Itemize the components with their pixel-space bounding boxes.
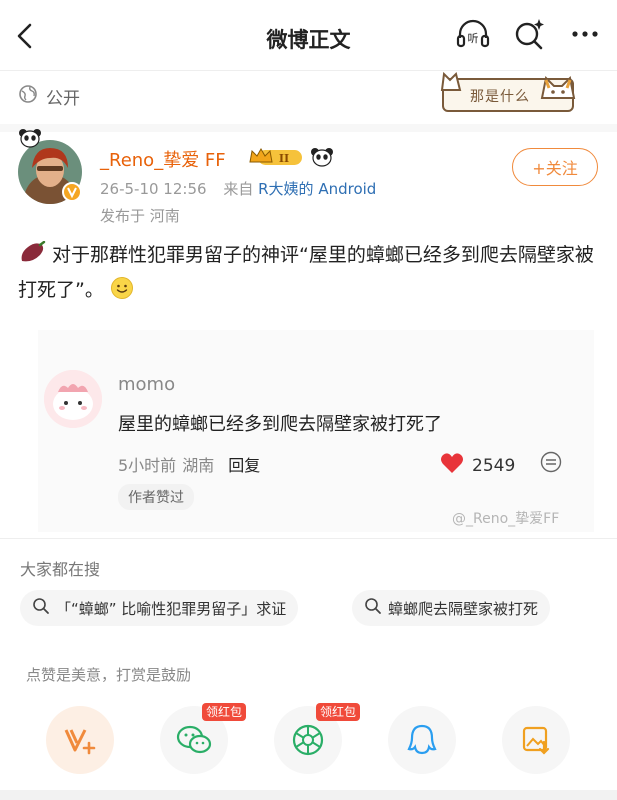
svg-text:听: 听 <box>468 32 479 45</box>
comment-reply-button: 回复 <box>228 456 261 475</box>
vip-crown-badge-icon: II <box>248 146 304 172</box>
search-sparkle-icon[interactable] <box>511 16 547 52</box>
top-bar: 微博正文 听 <box>0 0 617 70</box>
sticker-text: 那是什么 <box>470 89 530 105</box>
search-icon <box>32 597 50 619</box>
comment-time: 5小时前 <box>118 456 177 475</box>
search-icon <box>364 597 382 619</box>
weibo-v-plus-icon <box>64 729 96 755</box>
panda-badge-icon <box>310 147 334 171</box>
tip-reward-button[interactable] <box>46 706 114 774</box>
cat-sticker-decoration: 那是什么 <box>440 68 580 114</box>
save-image-button[interactable] <box>502 706 570 774</box>
source-prefix: 来自 <box>223 180 254 198</box>
hongbao-badge: 领红包 <box>202 703 247 721</box>
comment-location: 湖南 <box>182 456 215 475</box>
heart-icon <box>440 452 464 479</box>
smile-emoji-icon <box>110 276 134 310</box>
content-divider <box>0 538 617 539</box>
save-image-icon <box>522 726 550 755</box>
comment-text: 屋里的蟑螂已经多到爬去隔壁家被打死了 <box>118 414 442 435</box>
commenter-avatar <box>44 370 102 428</box>
listen-headphones-icon[interactable]: 听 <box>455 16 491 52</box>
sweet-potato-emoji-icon <box>18 240 46 275</box>
verified-badge-icon <box>62 182 82 202</box>
comment-like-count: 2549 <box>472 455 516 476</box>
trending-search-chip[interactable]: 「“蟑螂” 比喻性犯罪男留子」求证 <box>20 590 299 626</box>
comment-meta: 5小时前 湖南 回复 <box>118 452 260 476</box>
follow-button[interactable]: +关注 <box>512 148 598 186</box>
section-divider <box>0 124 617 132</box>
author-liked-tag: 作者赞过 <box>118 484 194 510</box>
post-source-link[interactable]: R大姨的 Android <box>258 180 376 198</box>
panda-icon <box>19 129 41 148</box>
trending-search-text: 「“蟑螂” 比喻性犯罪男留子」求证 <box>56 599 287 618</box>
hongbao-badge: 领红包 <box>316 703 361 721</box>
svg-text:II: II <box>279 152 289 165</box>
commenter-name: momo <box>118 374 176 395</box>
comment-options-icon <box>540 451 562 473</box>
post-meta: 26-5-10 12:56 来自 R大姨的 Android <box>100 178 376 199</box>
visibility-indicator: 公开 <box>18 84 80 109</box>
visibility-label: 公开 <box>46 89 80 109</box>
weibo-watermark: @_Reno_挚爱FF <box>452 511 560 527</box>
post-body: 对于那群性犯罪男留子的神评“屋里的蟑螂已经多到爬去隔壁家被打死了”。 <box>18 240 603 310</box>
wechat-icon <box>176 725 212 754</box>
reward-label: 点赞是美意，打赏是鼓励 <box>26 666 192 684</box>
more-options-icon[interactable] <box>567 16 603 52</box>
share-qq-button[interactable] <box>388 706 456 774</box>
trending-search-chip[interactable]: 蟑螂爬去隔壁家被打死 <box>352 590 551 626</box>
wechat-moments-icon <box>292 724 324 756</box>
bottom-bar <box>0 790 617 800</box>
trending-search-text: 蟑螂爬去隔壁家被打死 <box>388 599 539 618</box>
globe-icon <box>18 84 38 109</box>
qq-penguin-icon <box>407 724 437 755</box>
trending-label: 大家都在搜 <box>20 560 101 579</box>
post-timestamp: 26-5-10 12:56 <box>100 180 207 198</box>
post-text: 对于那群性犯罪男留子的神评“屋里的蟑螂已经多到爬去隔壁家被打死了”。 <box>18 244 594 301</box>
post-location: 发布于 河南 <box>100 207 180 225</box>
username[interactable]: _Reno_挚爱 FF <box>100 146 226 172</box>
comment-like: 2549 <box>440 452 515 479</box>
